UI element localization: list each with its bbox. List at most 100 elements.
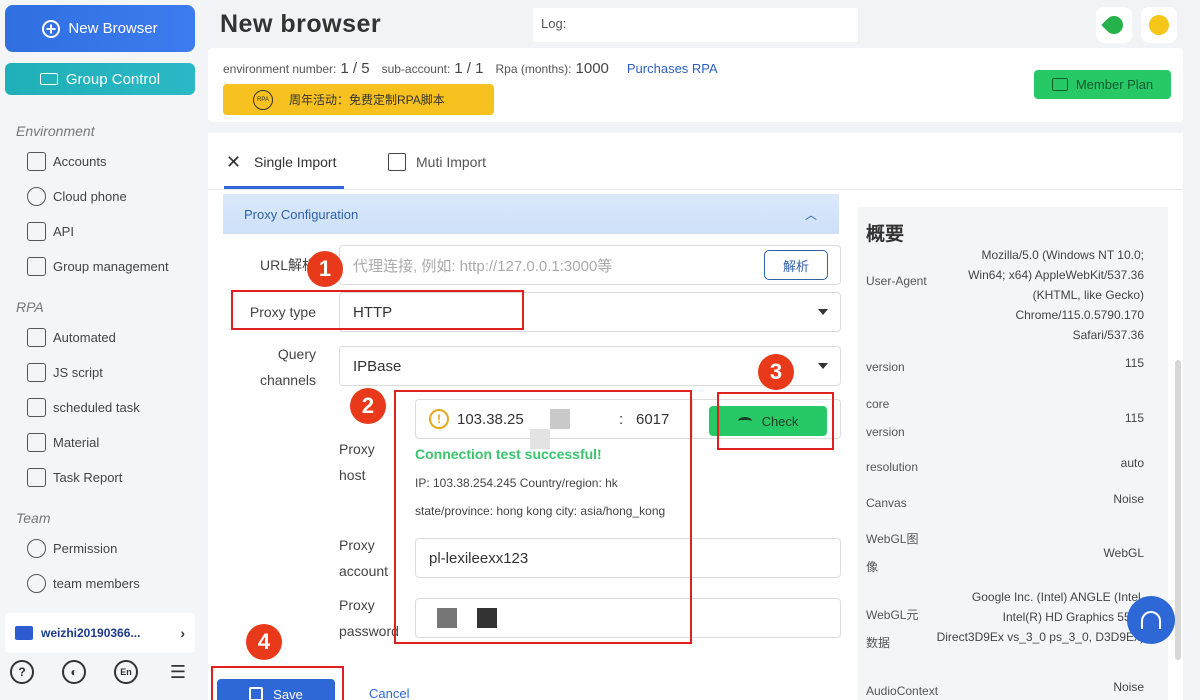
proxy-config-header[interactable]: Proxy Configuration ︿	[223, 194, 839, 234]
promo-banner[interactable]: RPA 周年活动：免费定制RPA脚本	[223, 84, 494, 115]
sidebar-item-label: Accounts	[53, 153, 107, 169]
overview-key: Canvas	[866, 496, 907, 510]
log-box: Log:	[533, 8, 858, 42]
sidebar-item-label: Task Report	[53, 469, 123, 485]
field-divider	[692, 400, 693, 438]
overview-value: Noise	[1113, 680, 1144, 694]
cancel-button[interactable]: Cancel	[369, 686, 409, 700]
tab-single-import[interactable]: ✕ Single Import	[226, 153, 336, 171]
sidebar-item-label: API	[53, 223, 74, 239]
account-name: weizhi20190366...	[41, 626, 141, 640]
users-icon	[27, 573, 46, 593]
proxy-config-title: Proxy Configuration	[244, 206, 359, 222]
annotation-box-3	[717, 392, 834, 450]
overview-scrollbar[interactable]	[1175, 360, 1181, 660]
overview-key: resolution	[866, 460, 919, 474]
overview-value: 115	[1124, 411, 1144, 425]
overview-key: AudioContext	[866, 684, 939, 698]
annotation-badge-1: 1	[307, 251, 343, 287]
sidebar-item-permission[interactable]: Permission	[27, 538, 117, 558]
query-channels-value: IPBase	[353, 357, 402, 375]
cross-tools-icon: ✕	[226, 152, 242, 172]
save-label: Save	[273, 686, 303, 700]
annotation-box-1	[231, 290, 524, 330]
sidebar-item-label: Cloud phone	[53, 188, 127, 204]
url-parse-label: URL解析	[259, 257, 316, 273]
new-browser-button[interactable]: New Browser	[5, 5, 195, 52]
menu-collapse-icon[interactable]: ☰	[166, 660, 190, 684]
sidebar-item-automated[interactable]: Automated	[27, 327, 116, 347]
sidebar-item-api[interactable]: API	[27, 221, 74, 241]
id-card-icon	[15, 626, 33, 640]
parse-button[interactable]: 解析	[764, 250, 828, 280]
overview-key: WebGL图像	[866, 532, 919, 574]
lightbulb-button[interactable]	[1141, 7, 1177, 43]
cloud-phone-icon	[27, 186, 46, 206]
rocket-button[interactable]	[1096, 7, 1132, 43]
overview-row-webgl-image: WebGL图像 WebGL	[866, 525, 1144, 581]
proxy-account-label-line2: account	[339, 563, 389, 579]
overview-row-webgl-metadata: WebGL元数据 Google Inc. (Intel) ANGLE (Inte…	[866, 587, 1144, 657]
url-parse-input[interactable]: 代理连接, 例如: http://127.0.0.1:3000等 解析	[339, 245, 841, 285]
language-icon[interactable]: En	[114, 660, 138, 684]
overview-value: Mozilla/5.0 (Windows NT 10.0; Win64; x64…	[968, 248, 1144, 342]
sidebar-item-team-members[interactable]: team members	[27, 573, 140, 593]
env-label: environment number:	[223, 62, 337, 76]
rpa-badge-icon: RPA	[253, 89, 273, 110]
cart-icon	[1051, 78, 1068, 91]
annotation-badge-3: 3	[758, 354, 794, 390]
account-switcher[interactable]: weizhi20190366... ›	[5, 613, 195, 653]
sidebar-item-label: Material	[53, 434, 100, 450]
sidebar-item-js-script[interactable]: JS script	[27, 362, 103, 382]
tab-muti-import[interactable]: Muti Import	[388, 153, 486, 171]
member-plan-button[interactable]: Member Plan	[1034, 70, 1171, 99]
sidebar-item-task-report[interactable]: Task Report	[27, 467, 122, 487]
help-icon[interactable]: ?	[10, 660, 34, 684]
sub-account-value: 1 / 1	[454, 60, 484, 77]
proxy-account-label-line1: Proxy	[339, 537, 375, 553]
query-channels-label-line2: channels	[259, 372, 316, 388]
section-title-rpa: RPA	[16, 299, 44, 315]
overview-row-user-agent: User-Agent Mozilla/5.0 (Windows NT 10.0;…	[866, 245, 1144, 345]
overview-key: User-Agent	[866, 274, 927, 288]
promo-text: 周年活动：免费定制RPA脚本	[289, 93, 445, 107]
tab-label: Muti Import	[416, 154, 487, 170]
sidebar-item-accounts[interactable]: Accounts	[27, 151, 106, 171]
save-disk-icon	[249, 687, 264, 700]
layers-icon	[27, 256, 46, 276]
chevron-up-icon: ︿	[804, 207, 817, 222]
page-title: New browser	[220, 10, 382, 38]
chevron-right-icon: ›	[180, 625, 185, 641]
dropdown-arrow-icon	[818, 363, 828, 369]
overview-row-core-version: core version 115	[866, 390, 1144, 446]
section-title-environment: Environment	[16, 123, 95, 139]
sidebar-item-label: team members	[53, 575, 140, 591]
save-button[interactable]: Save	[217, 679, 335, 700]
overview-row-version: version 115	[866, 353, 1144, 381]
sidebar-item-label: Permission	[53, 540, 118, 556]
sidebar-item-group-management[interactable]: Group management	[27, 256, 169, 276]
theme-icon[interactable]: ◐	[62, 660, 86, 684]
overview-value: 115	[1124, 356, 1144, 370]
overview-key: core version	[866, 397, 905, 439]
purchase-rpa-link[interactable]: Purchases RPA	[627, 61, 718, 76]
new-browser-label: New Browser	[68, 20, 158, 37]
overview-value: WebGL	[1103, 546, 1144, 560]
annotation-box-2	[394, 390, 692, 644]
overview-value: auto	[1120, 456, 1144, 470]
annotation-badge-4: 4	[246, 624, 282, 660]
overview-row-resolution: resolution auto	[866, 453, 1144, 481]
sidebar-item-material[interactable]: Material	[27, 432, 99, 452]
sidebar-item-scheduled-task[interactable]: scheduled task	[27, 397, 140, 417]
sidebar-item-label: Automated	[53, 329, 116, 345]
dropdown-arrow-icon	[818, 309, 828, 315]
lightbulb-icon	[1149, 15, 1169, 35]
support-chat-button[interactable]	[1127, 596, 1175, 644]
sidebar-item-cloud-phone[interactable]: Cloud phone	[27, 186, 127, 206]
overview-key: version	[866, 360, 905, 374]
rocket-icon	[1101, 12, 1127, 38]
document-list-icon	[27, 432, 46, 452]
api-icon	[27, 221, 46, 241]
proxy-host-label-line1: Proxy	[339, 441, 375, 457]
group-control-button[interactable]: Group Control	[5, 63, 195, 95]
